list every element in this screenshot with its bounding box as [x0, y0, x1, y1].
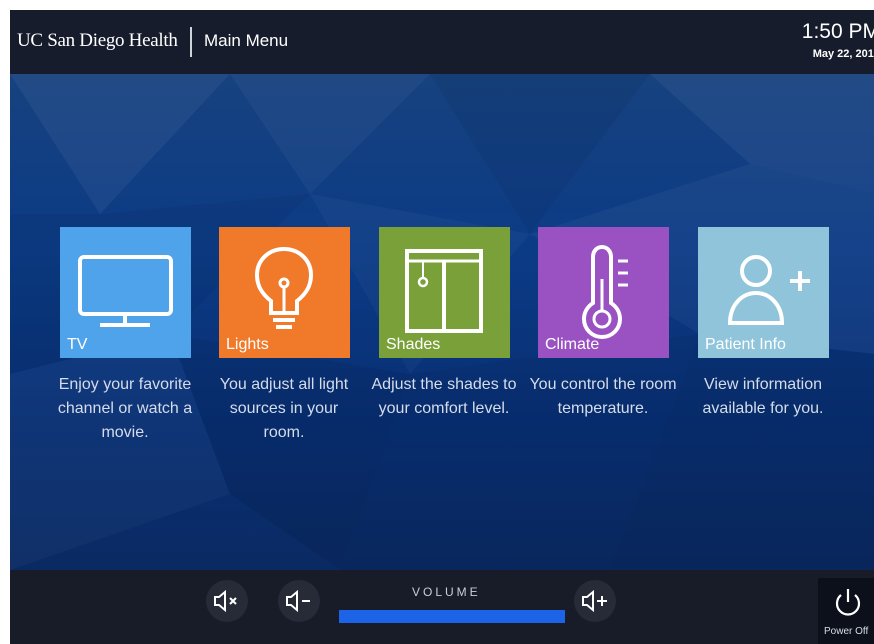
volume-down-icon [286, 589, 310, 613]
shades-description: Adjust the shades to your comfort level. [371, 376, 517, 417]
lights-description: You adjust all light sources in your roo… [219, 376, 349, 441]
volume-slider[interactable] [339, 610, 565, 623]
volume-label: VOLUME [412, 585, 481, 599]
brand-logo: UC San Diego Health [17, 30, 178, 51]
page-title: Main Menu [204, 31, 289, 50]
footer-bar: VOLUME Power Off [10, 570, 874, 644]
power-icon [835, 589, 861, 616]
climate-description: You control the room temperature. [529, 376, 677, 417]
tv-tile-label: TV [67, 336, 88, 353]
lights-tile[interactable]: Lights [219, 227, 350, 358]
tv-description: Enjoy your favorite channel or watch a m… [57, 376, 193, 441]
shades-tile-label: Shades [386, 336, 441, 353]
volume-fill [339, 610, 565, 623]
volume-down-button[interactable] [278, 580, 320, 622]
climate-tile[interactable]: Climate [538, 227, 669, 358]
shades-tile[interactable]: Shades [379, 227, 510, 358]
mute-button[interactable] [206, 580, 248, 622]
mute-icon [214, 589, 237, 613]
patient-info-description: View information available for you. [702, 376, 824, 417]
volume-up-button[interactable] [574, 580, 616, 622]
volume-up-icon [582, 589, 607, 613]
clock: 1:50 PM May 22, 2019 [802, 20, 874, 61]
tv-tile[interactable]: TV [60, 227, 191, 358]
lights-tile-label: Lights [226, 336, 269, 353]
patient-info-tile-label: Patient Info [705, 336, 786, 353]
power-off-label: Power Off [824, 626, 869, 637]
header-divider [190, 27, 192, 57]
header-bar: UC San Diego Health Main Menu 1:50 PM Ma… [10, 10, 874, 74]
patient-info-tile[interactable]: Patient Info [698, 227, 829, 358]
power-off-button[interactable]: Power Off [818, 578, 874, 644]
climate-tile-label: Climate [545, 336, 600, 353]
main-menu-area: TV Enjoy your favorite channel or watch … [10, 74, 874, 570]
clock-time: 1:50 PM [801, 20, 874, 43]
clock-date: May 22, 2019 [812, 48, 874, 60]
app-frame: UC San Diego Health Main Menu 1:50 PM Ma… [10, 10, 874, 644]
